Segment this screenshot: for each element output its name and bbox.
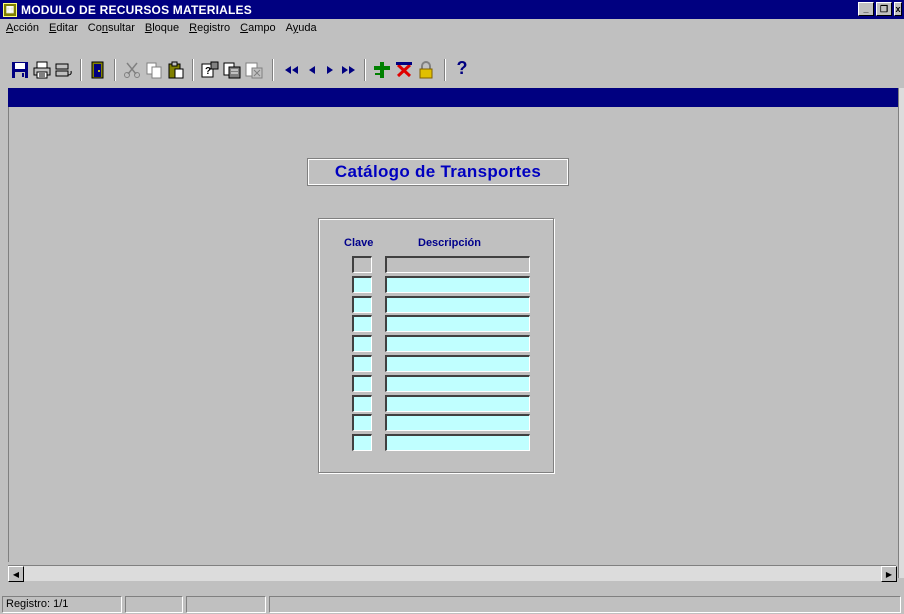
svg-text:?: ?: [205, 66, 211, 77]
menu-consultar[interactable]: Consultar: [88, 22, 135, 34]
print-icon[interactable]: [32, 60, 52, 80]
last-record-icon[interactable]: [338, 60, 358, 80]
scroll-left-button[interactable]: ◀: [8, 566, 24, 582]
form-title: Catálogo de Transportes: [307, 158, 569, 186]
lock-record-icon[interactable]: [416, 60, 436, 80]
descripcion-field[interactable]: [385, 434, 530, 452]
descripcion-field[interactable]: [385, 414, 530, 432]
menu-editar[interactable]: Editar: [49, 22, 78, 34]
clave-field[interactable]: [352, 355, 372, 372]
descripcion-field[interactable]: [385, 335, 530, 353]
toolbar-separator: [114, 59, 116, 81]
horizontal-scrollbar[interactable]: ◀ ▶: [8, 565, 897, 582]
status-panel: [186, 595, 266, 613]
toolbar-separator: [444, 59, 446, 81]
column-header-clave: Clave: [344, 237, 374, 249]
first-record-icon[interactable]: [282, 60, 302, 80]
status-bar: Registro: 1/1: [0, 594, 904, 614]
descripcion-field[interactable]: [385, 295, 530, 313]
window-controls: _ ❐ x: [858, 2, 902, 16]
next-record-icon[interactable]: [320, 60, 340, 80]
clave-field[interactable]: [352, 315, 372, 333]
menu-campo[interactable]: Campo: [240, 22, 275, 34]
clave-field[interactable]: [352, 275, 372, 293]
descripcion-field[interactable]: [385, 256, 530, 273]
clave-field[interactable]: [352, 394, 372, 412]
clave-field[interactable]: [352, 295, 372, 313]
minimize-button[interactable]: _: [858, 2, 874, 16]
menu-registro[interactable]: Registro: [189, 22, 230, 34]
clave-field[interactable]: [352, 434, 372, 452]
clave-field[interactable]: [352, 374, 372, 392]
descripcion-field[interactable]: [385, 315, 530, 333]
execute-query-icon[interactable]: [222, 60, 242, 80]
app-icon: ▦: [3, 2, 17, 17]
previous-record-icon[interactable]: [302, 60, 322, 80]
canvas-header-bar: [8, 88, 899, 107]
window-title: MODULO DE RECURSOS MATERIALES: [21, 2, 252, 17]
cut-icon[interactable]: [122, 60, 142, 80]
descripcion-field[interactable]: [385, 394, 530, 412]
close-button[interactable]: x: [894, 2, 902, 16]
status-record: Registro: 1/1: [2, 595, 122, 613]
toolbar-separator: [192, 59, 194, 81]
column-header-descripcion: Descripción: [418, 237, 481, 249]
restore-button[interactable]: ❐: [876, 2, 892, 16]
delete-record-icon[interactable]: [394, 60, 414, 80]
enter-query-icon[interactable]: ?: [200, 60, 220, 80]
scroll-right-button[interactable]: ▶: [881, 566, 897, 582]
paste-icon[interactable]: [166, 60, 186, 80]
menu-bloque[interactable]: Bloque: [145, 22, 179, 34]
toolbar-separator: [364, 59, 366, 81]
clave-field[interactable]: [352, 414, 372, 432]
toolbar-separator: [80, 59, 82, 81]
descripcion-field[interactable]: [385, 374, 530, 392]
menu-accion[interactable]: Acción: [6, 22, 39, 34]
menu-bar: Acción Editar Consultar Bloque Registro …: [0, 19, 904, 37]
print-setup-icon[interactable]: [54, 60, 74, 80]
title-bar: ▦ MODULO DE RECURSOS MATERIALES _ ❐ x: [0, 0, 904, 19]
status-panel: [125, 595, 183, 613]
vertical-scrollbar[interactable]: [898, 88, 904, 578]
clave-field[interactable]: [352, 256, 372, 273]
toolbar-separator: [272, 59, 274, 81]
help-icon[interactable]: ?: [452, 58, 472, 78]
exit-icon[interactable]: [88, 60, 108, 80]
save-icon[interactable]: [10, 60, 30, 80]
cancel-query-icon[interactable]: [244, 60, 264, 80]
descripcion-field[interactable]: [385, 275, 530, 293]
descripcion-field[interactable]: [385, 355, 530, 372]
insert-record-icon[interactable]: [372, 60, 392, 80]
menu-ayuda[interactable]: Ayuda: [286, 22, 317, 34]
copy-icon[interactable]: [144, 60, 164, 80]
status-message: [269, 595, 901, 613]
clave-field[interactable]: [352, 335, 372, 353]
